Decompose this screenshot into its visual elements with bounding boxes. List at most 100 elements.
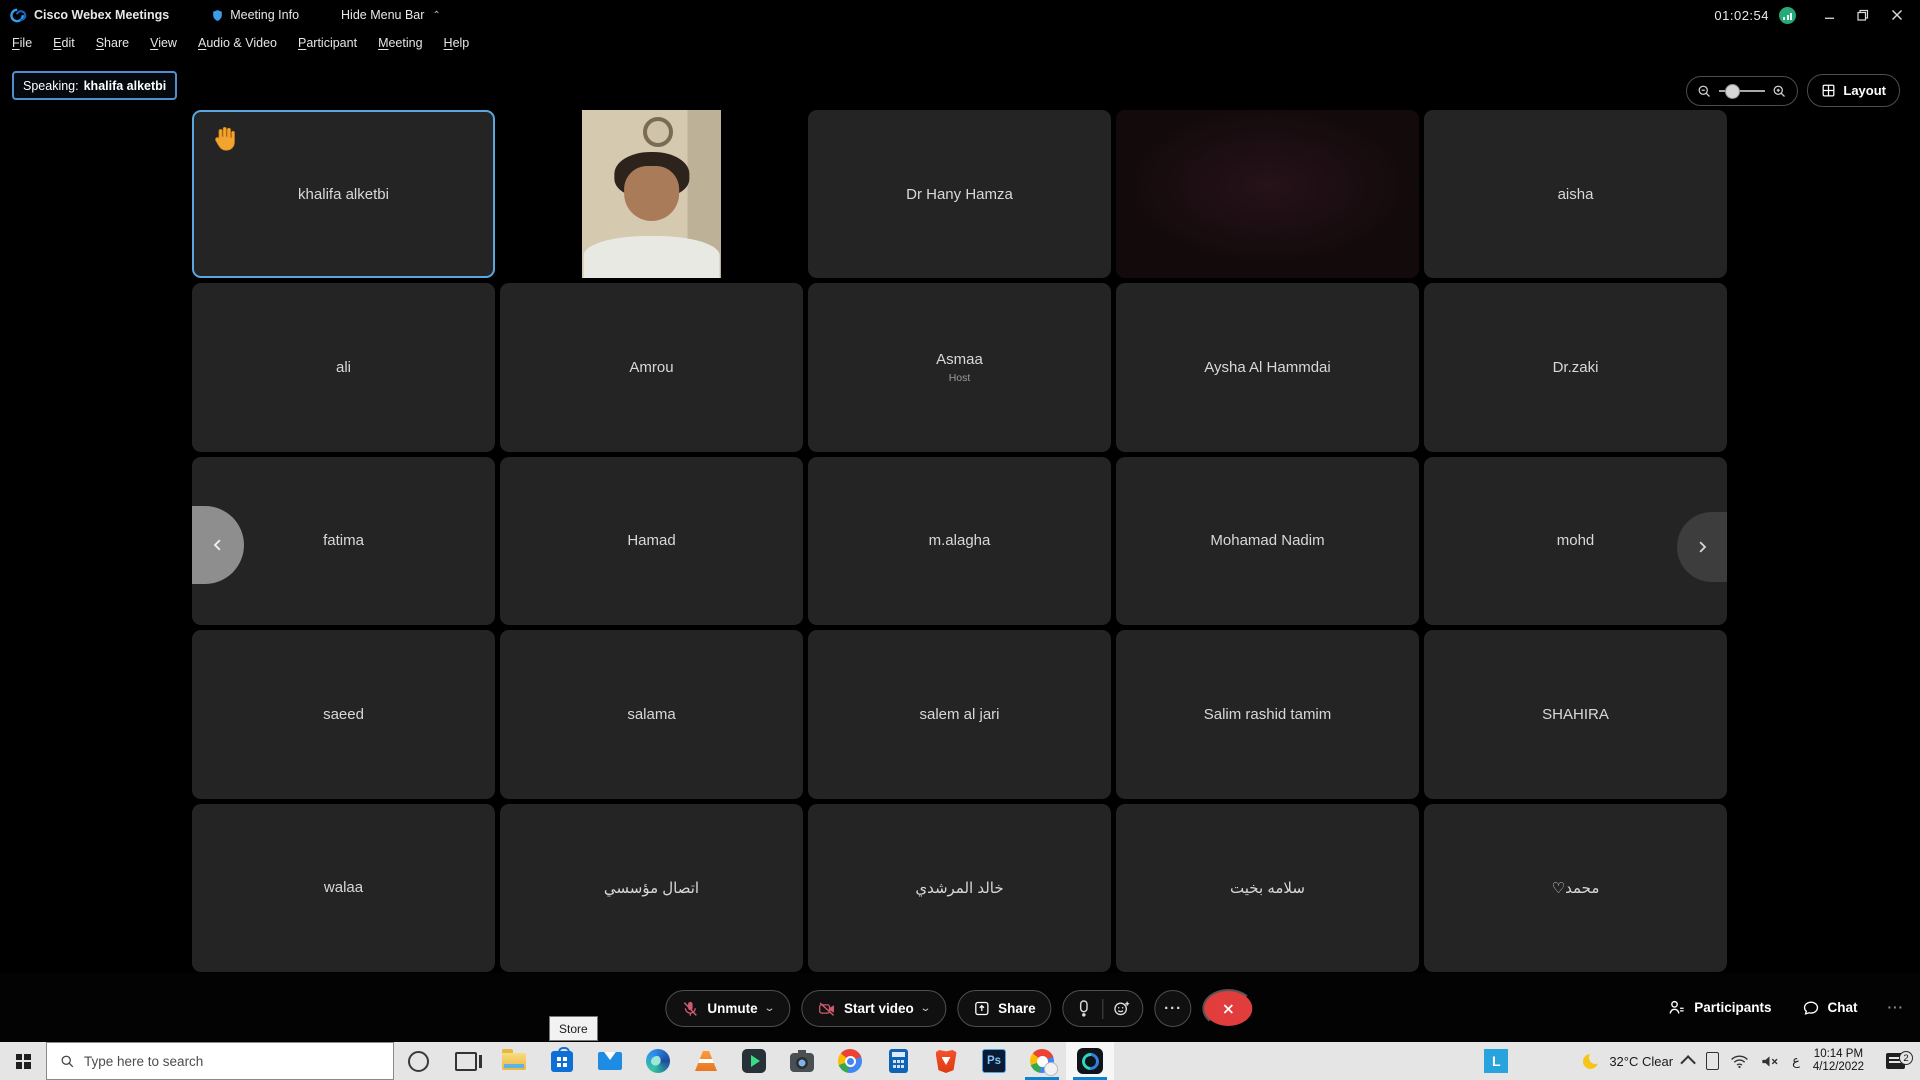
participant-tile[interactable]: خالد المرشدي [808,804,1111,972]
meeting-info-button[interactable]: Meeting Info [211,8,299,23]
menu-share[interactable]: Share [96,36,129,50]
network-icon[interactable] [1730,1054,1749,1069]
participant-name: saeed [323,706,364,723]
taskbar-search-input[interactable]: Type here to search [46,1042,394,1080]
participant-tile[interactable]: Dr Hany Hamza [808,110,1111,278]
calculator-icon[interactable] [874,1042,922,1080]
participant-name: SHAHIRA [1542,706,1609,723]
taskbar-clock[interactable]: 10:14 PM 4/12/2022 [1813,1048,1864,1074]
chevron-down-icon[interactable]: ⌄ [920,1003,932,1014]
search-icon [60,1054,75,1069]
participant-tile[interactable]: SHAHIRA [1424,630,1727,798]
connection-signal-icon[interactable] [1779,7,1796,24]
menu-help[interactable]: Help [444,36,470,50]
action-center-button[interactable]: 2 [1875,1053,1915,1069]
zoom-slider[interactable] [1719,90,1765,92]
participant-tile[interactable]: saeed [192,630,495,798]
menu-file[interactable]: File [12,36,32,50]
chevron-down-icon[interactable]: ⌄ [764,1003,776,1014]
keyboard-language-indicator[interactable]: ع [1790,1053,1802,1069]
wall-clock [643,117,673,147]
start-button[interactable] [0,1042,46,1080]
participant-tile[interactable]: ali [192,283,495,451]
start-video-button[interactable]: Start video ⌄ [801,990,946,1027]
menu-meeting[interactable]: Meeting [378,36,422,50]
participant-tile[interactable]: Dr.zaki [1424,283,1727,451]
menu-view[interactable]: View [150,36,177,50]
participant-tile[interactable]: Asmaa Host [808,283,1111,451]
participant-tile[interactable]: salem al jari [808,630,1111,798]
recorder-icon[interactable] [1075,999,1094,1018]
leave-meeting-button[interactable] [1203,989,1255,1028]
edge-icon[interactable] [634,1042,682,1080]
share-button[interactable]: Share [957,990,1052,1027]
volume-muted-icon[interactable] [1760,1054,1779,1069]
participant-name: سلامه بخيت [1230,879,1305,897]
mic-muted-icon [681,1000,699,1018]
close-window-button[interactable] [1880,0,1914,30]
chrome-icon[interactable] [826,1042,874,1080]
zoom-slider-knob[interactable] [1725,84,1740,99]
webex-logo-icon [10,7,27,24]
hide-menu-bar-button[interactable]: Hide Menu Bar ⌃ [341,8,441,22]
participant-name: Salim rashid tamim [1204,706,1332,723]
cortana-icon[interactable] [394,1042,442,1080]
restore-button[interactable] [1846,0,1880,30]
shield-icon [211,8,224,23]
camera-off-icon [817,1000,836,1018]
zoom-in-icon[interactable] [1772,84,1787,99]
overflow-options-button[interactable]: ··· [1888,1000,1905,1015]
mail-icon[interactable] [586,1042,634,1080]
lingo-app-icon[interactable]: L [1472,1049,1520,1073]
participant-tile[interactable]: سلامه بخيت [1116,804,1419,972]
minimize-button[interactable] [1812,0,1846,30]
participant-tile[interactable]: محمد♡ [1424,804,1727,972]
system-tray: L 32°C Clear ع 10:14 PM 4/12/2022 2 [1472,1042,1920,1080]
speaker-name: khalifa alketbi [84,79,167,93]
meeting-timer: 01:02:54 [1714,8,1769,23]
participant-tile[interactable]: m.alagha [808,457,1111,625]
menu-edit[interactable]: Edit [53,36,75,50]
your-phone-icon[interactable] [1706,1052,1719,1070]
webex-icon[interactable] [1066,1042,1114,1080]
share-screen-icon [973,1000,990,1017]
more-options-button[interactable]: ··· [1155,990,1192,1027]
participant-tile[interactable]: اتصال مؤسسي [500,804,803,972]
photoshop-icon[interactable]: Ps [970,1042,1018,1080]
participant-tile[interactable]: Salim rashid tamim [1116,630,1419,798]
participant-name: Hamad [627,532,675,549]
reactions-icon[interactable] [1113,999,1132,1018]
chrome-meet-icon[interactable] [1018,1042,1066,1080]
participants-button[interactable]: Participants [1667,998,1771,1017]
layout-button[interactable]: Layout [1807,74,1900,107]
task-view-icon[interactable] [442,1042,490,1080]
participant-tile[interactable]: aisha [1424,110,1727,278]
file-explorer-icon[interactable] [490,1042,538,1080]
unmute-button[interactable]: Unmute ⌄ [665,990,790,1027]
participant-tile[interactable]: khalifa alketbi [192,110,495,278]
menu-audio-video[interactable]: Audio & Video [198,36,277,50]
participant-tile[interactable]: Amrou [500,283,803,451]
tray-chevron-up-icon[interactable] [1680,1055,1696,1071]
participant-tile[interactable] [500,110,803,278]
zoom-out-icon[interactable] [1697,84,1712,99]
participant-tile[interactable]: Aysha Al Hammdai [1116,283,1419,451]
participant-name: Asmaa [936,351,983,368]
chat-button[interactable]: Chat [1802,999,1858,1017]
brave-icon[interactable] [922,1042,970,1080]
participant-tile[interactable]: Mohamad Nadim [1116,457,1419,625]
vlc-icon[interactable] [682,1042,730,1080]
participant-name: fatima [323,532,364,549]
menu-participant[interactable]: Participant [298,36,357,50]
participant-tile[interactable] [1116,110,1419,278]
participant-tile[interactable]: Hamad [500,457,803,625]
camera-icon[interactable] [778,1042,826,1080]
store-icon[interactable] [538,1042,586,1080]
participant-role: Host [949,372,971,384]
screen-recorder-icon[interactable] [730,1042,778,1080]
participant-name: aisha [1558,186,1594,203]
participant-tile[interactable]: salama [500,630,803,798]
participant-tile[interactable]: walaa [192,804,495,972]
weather-widget[interactable]: 32°C Clear [1609,1054,1673,1069]
app-title: Cisco Webex Meetings [34,8,169,22]
